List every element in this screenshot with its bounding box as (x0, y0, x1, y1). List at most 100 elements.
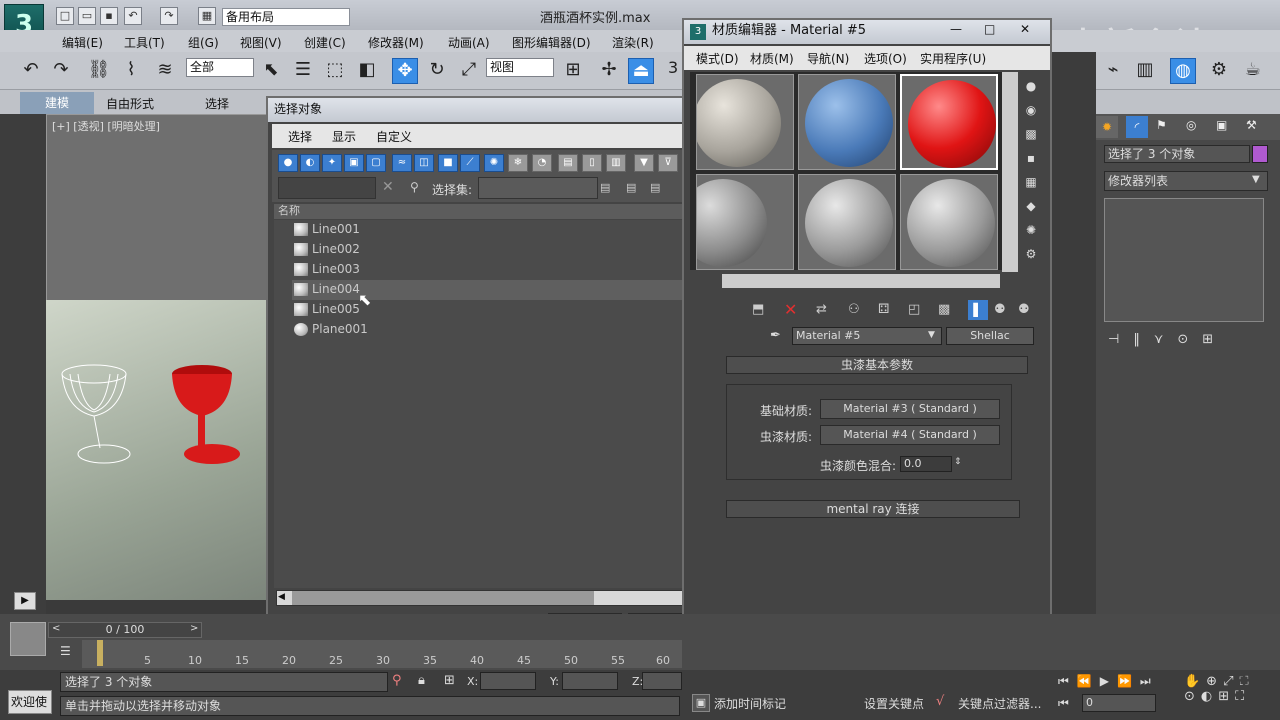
show-map-icon[interactable]: ◰ (908, 302, 920, 317)
menu-tools[interactable]: 工具(T) (124, 34, 165, 51)
me-menu-mode[interactable]: 模式(D) (696, 50, 739, 67)
put-to-library-icon[interactable]: ⚇ (848, 302, 860, 317)
shellac-material-button[interactable]: Material #4 ( Standard ) (820, 425, 1000, 445)
dope-sheet-icon[interactable]: ▥ (1132, 58, 1158, 84)
ribbon-tab-freeform[interactable]: 自由形式 (106, 95, 154, 112)
cameras-filter-icon[interactable]: ▣ (344, 154, 364, 172)
material-type-button[interactable]: Shellac (946, 327, 1034, 345)
menu-graph-editors[interactable]: 图形编辑器(D) (512, 34, 591, 51)
menu-edit[interactable]: 编辑(E) (62, 34, 103, 51)
open-file-icon[interactable]: ▭ (78, 7, 96, 25)
select-by-name-icon[interactable]: ☰ (290, 58, 316, 84)
bind-space-warp-icon[interactable]: ≋ (152, 58, 178, 84)
xrefs-filter-icon[interactable]: ■ (438, 154, 458, 172)
select-object-icon[interactable]: ⬉ (258, 58, 284, 84)
list-item[interactable]: Line001 (292, 220, 716, 240)
list-item[interactable]: Line005 (292, 300, 716, 320)
pick-material-icon[interactable]: ⚉ (1018, 302, 1030, 317)
time-tag-icon[interactable]: ▣ (692, 694, 710, 712)
save-icon[interactable]: ▪ (100, 7, 118, 25)
pivot-center-icon[interactable]: ⊞ (560, 58, 586, 84)
menu-create[interactable]: 创建(C) (304, 34, 346, 51)
list-item[interactable]: Line003 (292, 260, 716, 280)
delete-material-icon[interactable]: ✕ (784, 300, 797, 319)
list-item[interactable]: Line002 (292, 240, 716, 260)
redo-icon[interactable]: ↷ (48, 58, 74, 84)
z-coord-field[interactable] (642, 672, 682, 690)
menu-modifiers[interactable]: 修改器(M) (368, 34, 424, 51)
menu-rendering[interactable]: 渲染(R) (612, 34, 654, 51)
set-key-button[interactable]: 设置关键点 (864, 695, 924, 712)
shellac-basic-params-rollout[interactable]: 虫漆基本参数 (726, 356, 1028, 374)
goblet-models[interactable] (56, 360, 256, 480)
viewport-label[interactable]: [+] [透视] [明暗处理] (52, 118, 160, 134)
motion-tab-icon[interactable]: ◎ (1186, 118, 1196, 132)
key-mode-icon[interactable]: ⏮ (1058, 696, 1069, 711)
layout-select[interactable]: 备用布局 (222, 8, 350, 26)
keyboard-shortcut-override-icon[interactable]: ⏏ (628, 58, 654, 84)
shapes-filter-icon[interactable]: ◐ (300, 154, 320, 172)
maxscript-listener[interactable]: 欢迎使 (8, 690, 52, 714)
list-item[interactable]: Plane001 (292, 320, 716, 340)
chevron-down-icon[interactable]: ▼ (1252, 174, 1260, 185)
dialog-menu-select[interactable]: 选择 (288, 128, 312, 145)
object-name-field[interactable]: 选择了 3 个对象 (1104, 145, 1250, 163)
filter-icon[interactable]: ▼ (634, 154, 654, 172)
blend-spinner[interactable]: 0.0 (900, 456, 952, 472)
filter-options-icon[interactable]: ⊽ (658, 154, 678, 172)
selection-filter-select[interactable]: 全部 (186, 58, 254, 77)
material-slot[interactable] (900, 174, 998, 270)
modifier-list-select[interactable]: 修改器列表 (1104, 171, 1268, 191)
material-slot-active[interactable] (900, 74, 998, 170)
key-filter-icon[interactable]: √ (936, 694, 944, 709)
modify-tab-icon[interactable]: ◜ (1126, 116, 1148, 138)
menu-group[interactable]: 组(G) (188, 34, 219, 51)
material-slot[interactable] (798, 174, 896, 270)
go-forward-icon[interactable]: ⚉ (994, 302, 1006, 317)
select-move-icon[interactable]: ✥ (392, 58, 418, 84)
undo-icon[interactable]: ↶ (18, 58, 44, 84)
select-none-icon[interactable]: ▯ (582, 154, 602, 172)
dialog-menu-customize[interactable]: 自定义 (376, 128, 412, 145)
select-invert-icon[interactable]: ▥ (606, 154, 626, 172)
groups-filter-icon[interactable]: ◫ (414, 154, 434, 172)
rotate-icon[interactable]: ↻ (424, 58, 450, 84)
select-all-icon[interactable]: ▤ (558, 154, 578, 172)
curve-editor-icon[interactable]: ⌁ (1100, 58, 1126, 84)
y-coord-field[interactable] (562, 672, 618, 690)
project-icon[interactable]: ▦ (198, 7, 216, 25)
track-bar-icon[interactable]: ☰ (60, 644, 71, 658)
dialog-menu-display[interactable]: 显示 (332, 128, 356, 145)
bones-filter-icon[interactable]: ⟋ (460, 154, 480, 172)
undo-icon[interactable]: ↶ (124, 7, 142, 25)
list-item[interactable]: Line004 (292, 280, 716, 300)
search-input[interactable] (278, 177, 376, 199)
x-coord-field[interactable] (480, 672, 536, 690)
close-icon[interactable]: ✕ (1020, 22, 1030, 36)
lock-selection-icon[interactable]: 🔒︎ (418, 673, 425, 688)
playback-controls[interactable]: ⏮⏪▶⏩⏭ (1058, 674, 1178, 689)
name-column-header[interactable]: 名称 (274, 204, 718, 219)
next-frame-icon[interactable]: > (190, 623, 198, 634)
minimize-icon[interactable]: — (950, 22, 962, 36)
material-id-icon[interactable]: ⚃ (878, 302, 889, 317)
time-cursor[interactable] (97, 640, 103, 666)
new-file-icon[interactable]: □ (56, 7, 74, 25)
play-viewport-icon[interactable]: ▶ (14, 592, 36, 610)
scroll-left-icon[interactable]: ◀ (278, 592, 285, 602)
edit-selset-icon[interactable]: ▤ (600, 181, 610, 194)
lights-filter-icon[interactable]: ✦ (322, 154, 342, 172)
rectangle-selection-icon[interactable]: ⬚ (322, 58, 348, 84)
slots-vertical-scrollbar[interactable] (1002, 72, 1018, 272)
reference-coord-select[interactable]: 视图 (486, 58, 554, 77)
absolute-mode-icon[interactable]: ⊞ (444, 673, 455, 688)
slot-side-toolbar[interactable]: ● ◉ ▩ ▪ ▦ ◆ ✺ ⚙ (1022, 74, 1040, 274)
display-tab-icon[interactable]: ▣ (1216, 118, 1227, 132)
unlink-icon[interactable]: ⌇ (118, 58, 144, 84)
clear-search-icon[interactable]: ✕ (382, 179, 394, 195)
eyedropper-icon[interactable]: ✒ (770, 328, 781, 343)
add-time-tag[interactable]: 添加时间标记 (714, 695, 786, 712)
ribbon-tab-modeling[interactable]: 建模 (20, 92, 94, 114)
material-name-field[interactable]: Material #5 (792, 327, 942, 345)
hierarchy-tab-icon[interactable]: ⚑ (1156, 118, 1167, 132)
